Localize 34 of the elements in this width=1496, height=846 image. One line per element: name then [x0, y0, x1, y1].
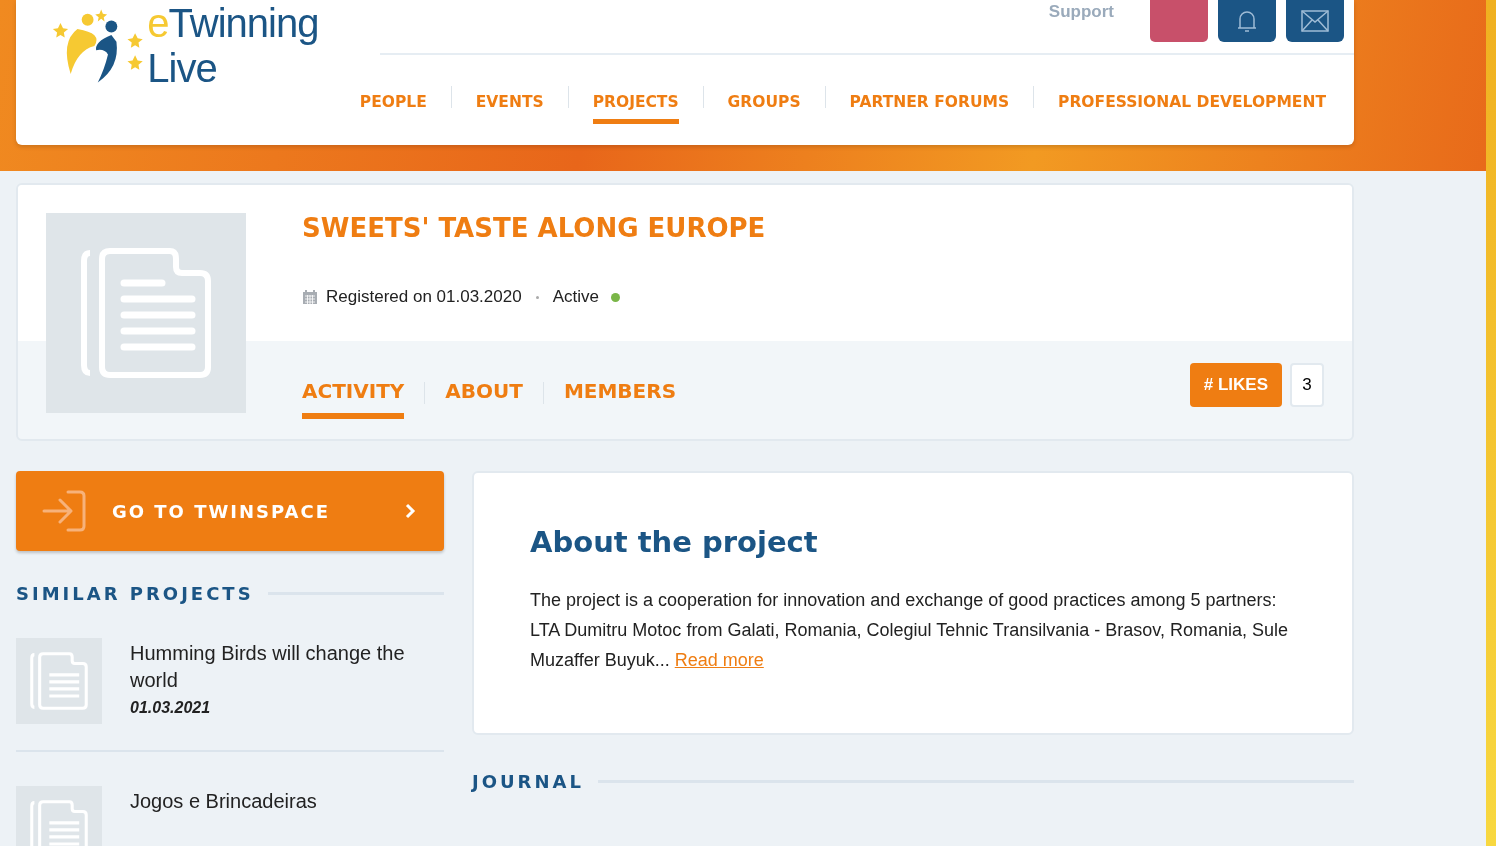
project-tab[interactable]: ACTIVITY — [302, 379, 405, 419]
read-more-link[interactable]: Read more — [674, 650, 764, 670]
calendar-icon — [302, 289, 318, 305]
project-title: SWEETS' TASTE ALONG EUROPE — [302, 213, 767, 243]
about-text: The project is a cooperation for innovation and exchange of good practices among 5 partners: LTA Dumitru Motoc from Galati, Romania, Colegiul Tehnic Transilvania - Brasov, Romania, Sule Muzaffer Buyuk... Read more — [530, 589, 1289, 672]
nav-tab[interactable]: PARTNER FORUMS — [849, 82, 1010, 124]
similar-project-link[interactable]: Jogos e Brincadeiras — [130, 788, 317, 815]
document-icon — [30, 800, 88, 846]
document-icon — [30, 652, 88, 710]
nav-tab[interactable]: EVENTS — [475, 82, 544, 124]
project-tab[interactable]: ABOUT — [445, 379, 523, 419]
mail-icon — [1300, 9, 1330, 33]
section-heading: SIMILAR PROJECTS — [16, 583, 254, 604]
enter-icon — [40, 488, 88, 534]
support-link[interactable]: Support — [1048, 2, 1114, 22]
about-heading: About the project — [530, 525, 819, 559]
section-heading: JOURNAL — [472, 771, 584, 792]
likes-button[interactable]: # LIKES — [1189, 363, 1282, 407]
go-to-twinspace-button[interactable]: GO TO TWINSPACE — [16, 471, 444, 551]
similar-project-link[interactable]: Humming Birds will change the world — [130, 640, 444, 694]
project-date: 01.03.2021 — [130, 698, 212, 718]
nav-tab[interactable]: PROFESSIONAL DEVELOPMENT — [1058, 82, 1326, 124]
chevron-right-icon — [404, 503, 416, 519]
nav-tab[interactable]: GROUPS — [727, 82, 801, 124]
project-tab[interactable]: MEMBERS — [563, 379, 677, 419]
messages-button[interactable] — [1286, 0, 1344, 42]
likes-count: 3 — [1290, 363, 1324, 407]
registration-date: Registered on 01.03.2020 — [326, 287, 522, 307]
logo-text[interactable]: eTwinning Live — [147, 1, 360, 91]
status-label: Active — [552, 287, 599, 307]
document-icon — [80, 247, 212, 379]
notifications-button[interactable] — [1218, 0, 1276, 42]
nav-tab[interactable]: PEOPLE — [359, 82, 427, 124]
nav-tab[interactable]: PROJECTS — [592, 82, 679, 124]
